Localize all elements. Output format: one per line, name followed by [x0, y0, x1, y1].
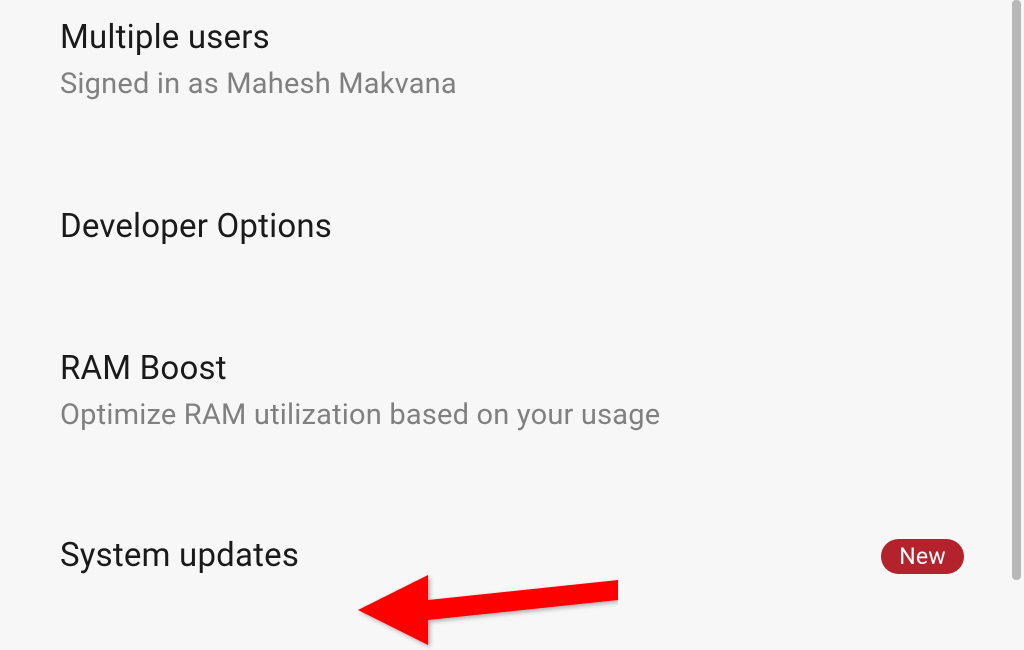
- setting-title: System updates: [60, 535, 299, 578]
- setting-item-developer-options[interactable]: Developer Options: [0, 154, 1024, 301]
- new-badge: New: [881, 539, 964, 574]
- setting-subtitle: Signed in as Mahesh Makvana: [60, 66, 964, 104]
- setting-subtitle: Optimize RAM utilization based on your u…: [60, 397, 964, 435]
- setting-item-system-updates[interactable]: System updates New: [0, 483, 1024, 578]
- scrollbar[interactable]: [1012, 0, 1021, 580]
- setting-title: RAM Boost: [60, 348, 964, 391]
- setting-item-multiple-users[interactable]: Multiple users Signed in as Mahesh Makva…: [0, 0, 1024, 154]
- setting-title: Multiple users: [60, 17, 964, 60]
- setting-title: Developer Options: [60, 206, 964, 249]
- setting-item-ram-boost[interactable]: RAM Boost Optimize RAM utilization based…: [0, 300, 1024, 483]
- settings-content: Multiple users Signed in as Mahesh Makva…: [0, 0, 1024, 646]
